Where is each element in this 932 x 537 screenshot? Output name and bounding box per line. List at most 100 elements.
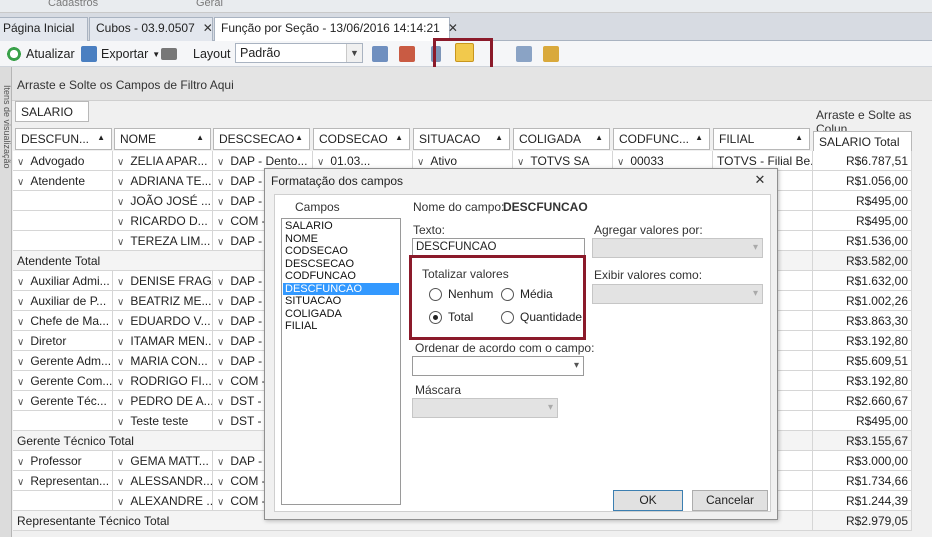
- expand-button[interactable]: [516, 44, 532, 64]
- chevron-down-icon[interactable]: ∨: [217, 157, 224, 168]
- row-salario-total[interactable]: R$3.000,00: [813, 451, 912, 471]
- row-descfuncao[interactable]: [13, 411, 113, 431]
- row-descfuncao[interactable]: ∨ Gerente Com...: [13, 371, 113, 391]
- list-item[interactable]: COLIGADA: [283, 308, 399, 321]
- row-nome[interactable]: ∨ DENISE FRAGA: [113, 271, 213, 291]
- row-salario-total[interactable]: R$495,00: [813, 411, 912, 431]
- total-row-value[interactable]: R$3.582,00: [813, 251, 912, 271]
- row-salario-total[interactable]: R$3.192,80: [813, 371, 912, 391]
- list-item[interactable]: DESCSECAO: [283, 258, 399, 271]
- chevron-down-icon[interactable]: ∨: [217, 197, 224, 208]
- chevron-down-icon[interactable]: ∨: [117, 397, 124, 408]
- chevron-down-icon[interactable]: ∨: [17, 177, 24, 188]
- chevron-down-icon[interactable]: ∨: [317, 157, 324, 168]
- total-row-value[interactable]: R$2.979,05: [813, 511, 912, 531]
- header-codsecao[interactable]: CODSECAO ▲: [313, 128, 410, 150]
- data-field-salario[interactable]: SALARIO: [15, 101, 89, 122]
- export-button[interactable]: Exportar ▼: [81, 44, 160, 64]
- close-icon[interactable]: ✕: [203, 21, 213, 35]
- close-icon[interactable]: ✕: [448, 21, 458, 35]
- chevron-down-icon[interactable]: ∨: [217, 217, 224, 228]
- aggregate-select[interactable]: ▾: [592, 238, 763, 258]
- cancel-button[interactable]: Cancelar: [692, 490, 768, 511]
- chevron-down-icon[interactable]: ∨: [17, 157, 24, 168]
- header-filial[interactable]: FILIAL ▲: [713, 128, 810, 150]
- list-item-selected[interactable]: DESCFUNCAO: [283, 282, 399, 295]
- row-salario-total[interactable]: R$1.002,26: [813, 291, 912, 311]
- chevron-down-icon[interactable]: ∨: [217, 497, 224, 508]
- delete-layout-button[interactable]: [399, 44, 415, 64]
- chevron-down-icon[interactable]: ∨: [17, 397, 24, 408]
- row-descfuncao[interactable]: [13, 491, 113, 511]
- chevron-down-icon[interactable]: ∨: [117, 457, 124, 468]
- header-descfuncao[interactable]: DESCFUN... ▲: [15, 128, 112, 150]
- row-nome[interactable]: ∨ MARIA CON...: [113, 351, 213, 371]
- chevron-down-icon[interactable]: ∨: [17, 457, 24, 468]
- chevron-down-icon[interactable]: ∨: [117, 197, 124, 208]
- row-salario-total[interactable]: R$1.536,00: [813, 231, 912, 251]
- save-layout-button[interactable]: [372, 44, 388, 64]
- list-item[interactable]: CODSECAO: [283, 245, 399, 258]
- view-items-sidebar[interactable]: Itens de visualização: [0, 67, 12, 537]
- display-as-select[interactable]: ▾: [592, 284, 763, 304]
- row-salario-total[interactable]: R$1.244,39: [813, 491, 912, 511]
- totals-button[interactable]: [543, 44, 559, 64]
- chevron-down-icon[interactable]: ∨: [217, 377, 224, 388]
- chevron-down-icon[interactable]: ∨: [517, 157, 524, 168]
- chevron-down-icon[interactable]: ▼: [346, 44, 362, 62]
- list-item[interactable]: SALARIO: [283, 220, 399, 233]
- row-descfuncao[interactable]: ∨ Gerente Téc...: [13, 391, 113, 411]
- row-nome[interactable]: ∨ PEDRO DE A...: [113, 391, 213, 411]
- row-descfuncao[interactable]: ∨ Auxiliar Admi...: [13, 271, 113, 291]
- chevron-down-icon[interactable]: ∨: [117, 237, 124, 248]
- row-salario-total[interactable]: R$1.056,00: [813, 171, 912, 191]
- chevron-down-icon[interactable]: ∨: [17, 317, 24, 328]
- list-item[interactable]: CODFUNCAO: [283, 270, 399, 283]
- row-nome[interactable]: ∨ JOÃO JOSÉ ...: [113, 191, 213, 211]
- row-descfuncao[interactable]: [13, 191, 113, 211]
- tab-funcao-por-secao[interactable]: Função por Seção - 13/06/2016 14:14:21 ✕: [214, 17, 458, 42]
- row-descfuncao[interactable]: [13, 211, 113, 231]
- list-item[interactable]: SITUACAO: [283, 295, 399, 308]
- print-button[interactable]: [161, 44, 177, 64]
- chevron-down-icon[interactable]: ∨: [217, 337, 224, 348]
- chevron-down-icon[interactable]: ∨: [217, 277, 224, 288]
- chevron-down-icon[interactable]: ∨: [617, 157, 624, 168]
- chevron-down-icon[interactable]: ∨: [117, 297, 124, 308]
- tab-cubos[interactable]: Cubos - 03.9.0507 ✕: [89, 17, 213, 41]
- row-descfuncao[interactable]: ∨ Auxiliar de P...: [13, 291, 113, 311]
- chevron-down-icon[interactable]: ∨: [117, 277, 124, 288]
- chevron-down-icon[interactable]: ∨: [417, 157, 424, 168]
- chevron-down-icon[interactable]: ∨: [117, 217, 124, 228]
- row-descfuncao[interactable]: ∨ Representan...: [13, 471, 113, 491]
- row-nome[interactable]: ∨ ADRIANA TE...: [113, 171, 213, 191]
- row-descfuncao[interactable]: [13, 231, 113, 251]
- chevron-down-icon[interactable]: ∨: [217, 317, 224, 328]
- fields-listbox[interactable]: SALARIO NOME CODSECAO DESCSECAO CODFUNCA…: [281, 218, 401, 505]
- chevron-down-icon[interactable]: ∨: [17, 357, 24, 368]
- chevron-down-icon[interactable]: ∨: [117, 157, 124, 168]
- row-salario-total[interactable]: R$1.734,66: [813, 471, 912, 491]
- row-descfuncao[interactable]: ∨ Chefe de Ma...: [13, 311, 113, 331]
- chevron-down-icon[interactable]: ∨: [117, 317, 124, 328]
- row-nome[interactable]: ∨ TEREZA LIM...: [113, 231, 213, 251]
- tab-pagina-inicial[interactable]: Página Inicial: [0, 17, 88, 41]
- chevron-down-icon[interactable]: ∨: [117, 337, 124, 348]
- row-salario-total[interactable]: R$495,00: [813, 191, 912, 211]
- list-item[interactable]: NOME: [283, 233, 399, 246]
- header-situacao[interactable]: SITUACAO ▲: [413, 128, 510, 150]
- header-nome[interactable]: NOME ▲: [114, 128, 211, 150]
- chevron-down-icon[interactable]: ∨: [217, 397, 224, 408]
- header-descsecao[interactable]: DESCSECAO ▲: [213, 128, 310, 150]
- chevron-down-icon[interactable]: ∨: [117, 377, 124, 388]
- list-item[interactable]: FILIAL: [283, 320, 399, 333]
- chevron-down-icon[interactable]: ∨: [217, 357, 224, 368]
- chevron-down-icon[interactable]: ∨: [17, 277, 24, 288]
- chevron-down-icon[interactable]: ∨: [217, 457, 224, 468]
- header-salario-total[interactable]: SALARIO Total: [813, 131, 912, 153]
- header-coligada[interactable]: COLIGADA ▲: [513, 128, 610, 150]
- row-nome[interactable]: ∨ ALESSANDR...: [113, 471, 213, 491]
- chevron-down-icon[interactable]: ∨: [117, 177, 124, 188]
- chevron-down-icon[interactable]: ∨: [117, 477, 124, 488]
- row-nome[interactable]: ∨ ZELIA APAR...: [113, 151, 213, 171]
